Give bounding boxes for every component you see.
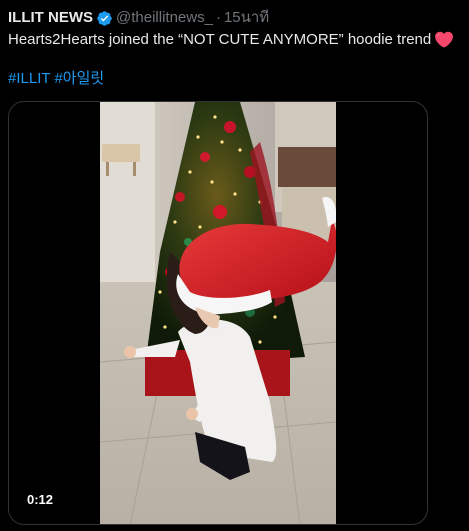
sofa-dark [278, 147, 336, 187]
video-frame [100, 102, 336, 524]
hashtags: #ILLIT #아일릿 [8, 69, 104, 89]
separator-dot: · [215, 9, 221, 26]
media-container[interactable]: 0:12 [8, 101, 428, 525]
verified-badge-icon [97, 10, 112, 26]
left-wall [100, 102, 155, 302]
hashtag-illit-korean[interactable]: #아일릿 [54, 70, 104, 87]
heart-icon [435, 31, 454, 48]
tweet-text-line: Hearts2Hearts joined the “NOT CUTE ANYMO… [8, 30, 454, 50]
video-player[interactable] [100, 102, 336, 524]
bench [102, 144, 140, 162]
person-hand-left [124, 346, 136, 358]
hashtag-illit[interactable]: #ILLIT [8, 70, 50, 87]
person-hand-right [186, 408, 198, 420]
author-handle[interactable]: @theillitnews_ [116, 8, 213, 28]
author-display-name[interactable]: ILLIT NEWS [8, 8, 93, 28]
timestamp[interactable]: 15นาที [224, 8, 269, 28]
tweet: ILLIT NEWS @theillitnews_ · 15นาที Heart… [0, 0, 469, 531]
tweet-text: Hearts2Hearts joined the “NOT CUTE ANYMO… [8, 31, 432, 48]
tweet-header: ILLIT NEWS @theillitnews_ · 15นาที [8, 8, 269, 28]
video-duration-badge: 0:12 [21, 490, 60, 510]
